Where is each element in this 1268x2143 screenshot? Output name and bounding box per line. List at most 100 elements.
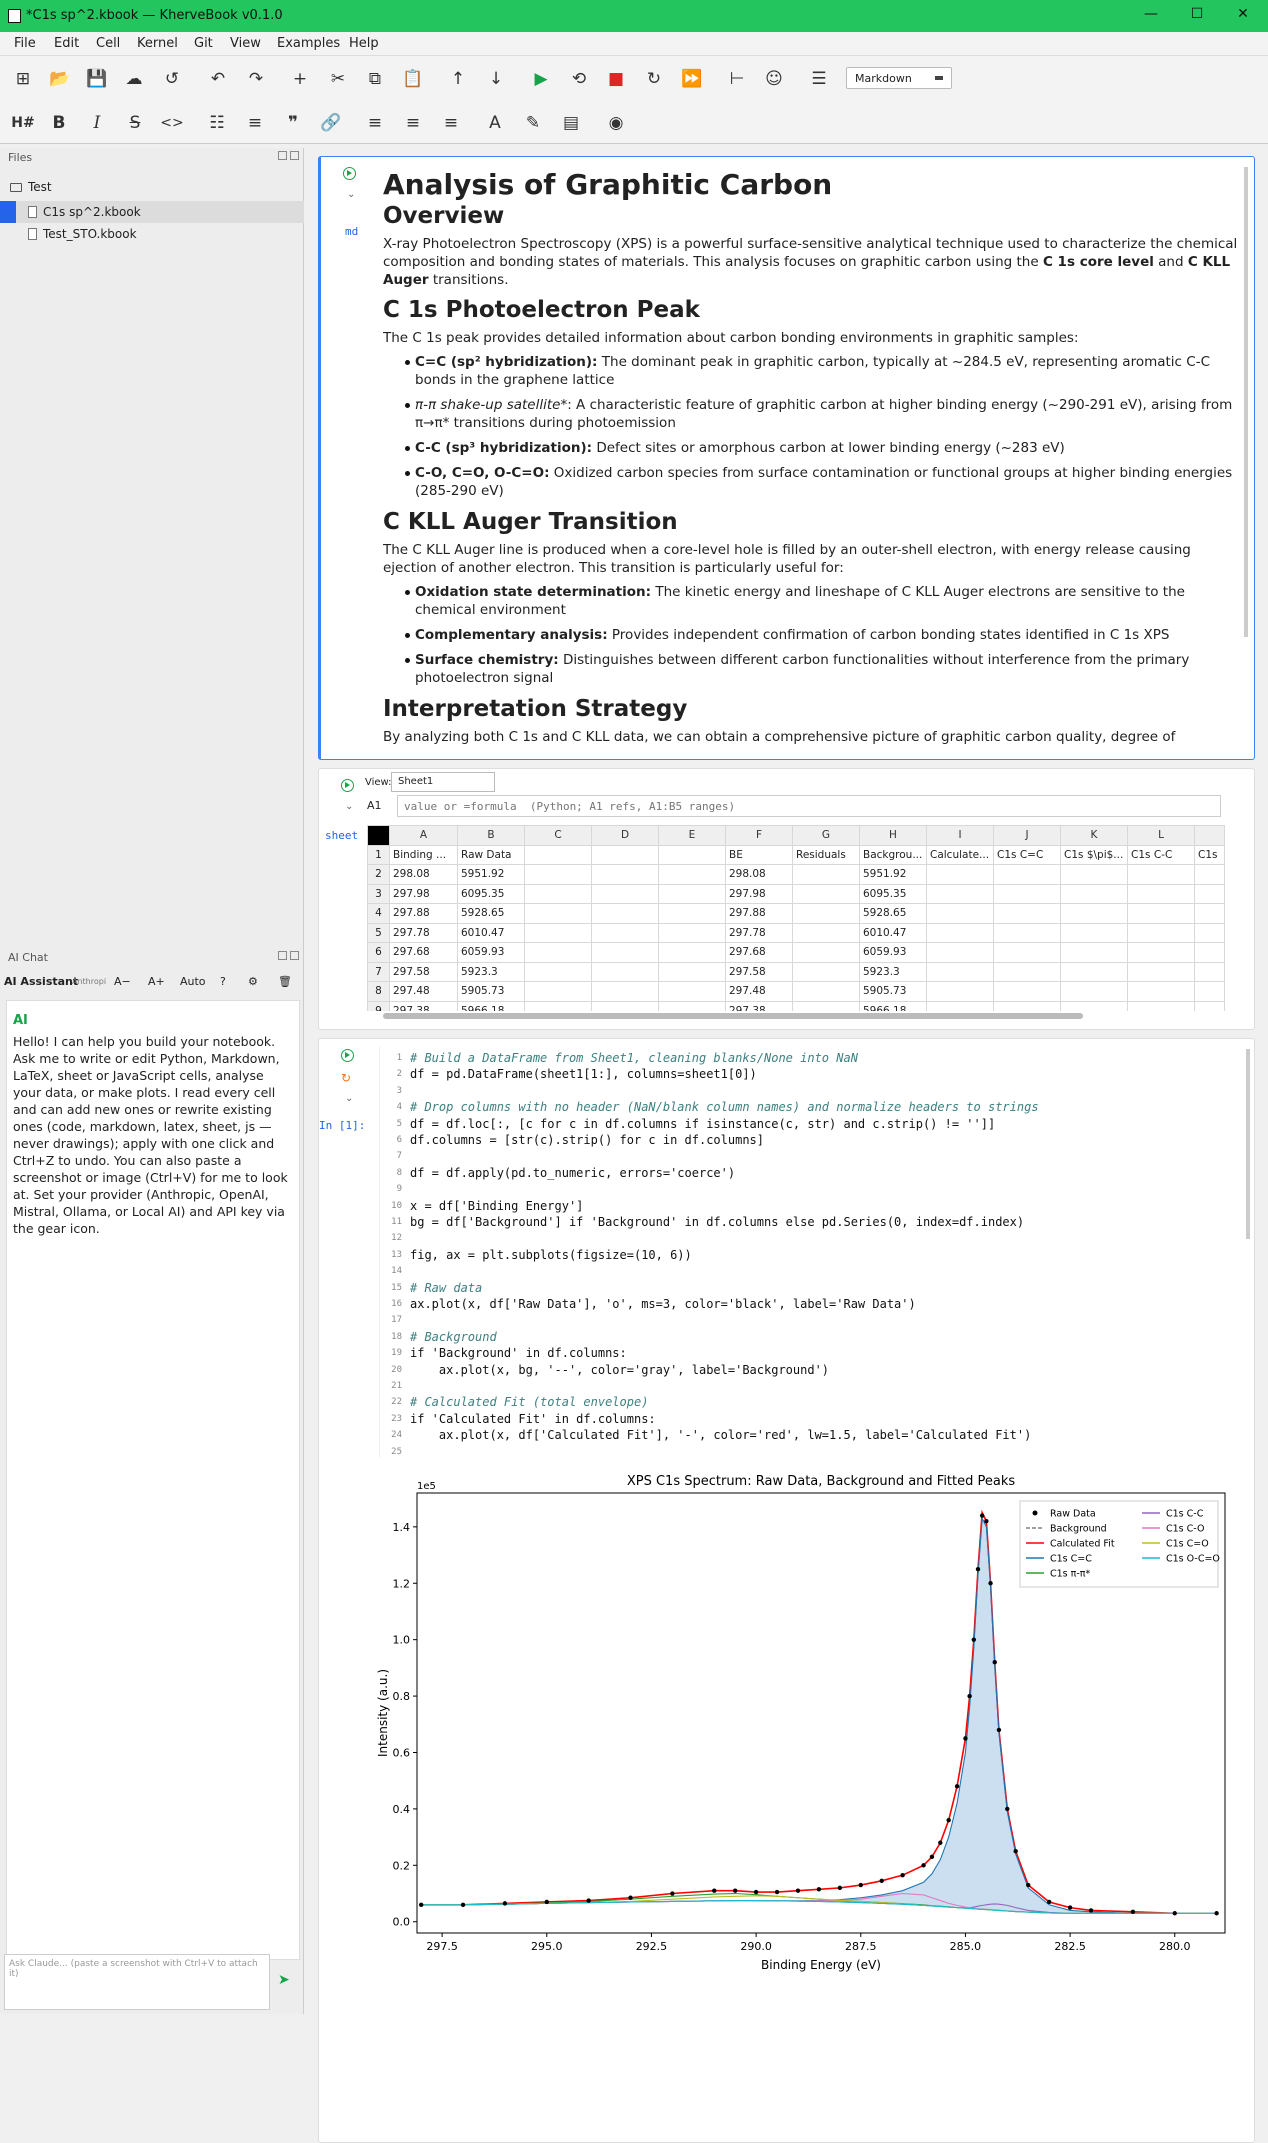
horizontal-scrollbar[interactable]: [383, 1013, 1083, 1019]
robot-icon[interactable]: ☺: [761, 66, 787, 92]
sheet-cell-value[interactable]: 297.98: [389, 883, 458, 904]
sheet-cell-value[interactable]: [993, 883, 1061, 904]
comment-icon[interactable]: ▤: [558, 110, 584, 136]
sheet-cell-value[interactable]: [993, 864, 1061, 885]
vertical-scrollbar[interactable]: [1244, 167, 1248, 637]
menu-file[interactable]: File: [14, 36, 36, 51]
sheet-cell-value[interactable]: [926, 942, 994, 963]
sheet-cell-value[interactable]: [792, 922, 860, 943]
menu-cell[interactable]: Cell: [96, 36, 120, 51]
sheet-cell-value[interactable]: [1060, 903, 1128, 924]
bullet-list-icon[interactable]: ☷: [204, 110, 230, 136]
sheet-cell-value[interactable]: 297.58: [725, 961, 793, 982]
folder-item[interactable]: Test: [0, 176, 304, 198]
code-editor[interactable]: 1 # Build a DataFrame from Sheet1, cleani…: [379, 1047, 1241, 1457]
sheet-cell-value[interactable]: C1s C-C: [1127, 844, 1195, 865]
file-item[interactable]: Test_STO.kbook: [0, 223, 304, 245]
panel-close-icon[interactable]: [290, 951, 299, 960]
sheet-cell-value[interactable]: [926, 864, 994, 885]
sheet-cell-value[interactable]: 5928.65: [859, 903, 927, 924]
sheet-cell-value[interactable]: [591, 883, 659, 904]
sheet-cell-value[interactable]: [1127, 922, 1195, 943]
sheet-cell-value[interactable]: [1127, 903, 1195, 924]
sheet-cell-value[interactable]: [993, 961, 1061, 982]
sheet-cell-value[interactable]: 297.38: [725, 1000, 793, 1011]
paste-icon[interactable]: 📋: [400, 66, 426, 92]
bold-icon[interactable]: B: [46, 110, 72, 136]
sheet-cell-value[interactable]: [658, 961, 726, 982]
sheet-cell-value[interactable]: Binding ...: [389, 844, 458, 865]
font-increase-button[interactable]: A+: [148, 975, 165, 988]
sheet-cell-value[interactable]: [524, 903, 592, 924]
sheet-cell-value[interactable]: [1127, 1000, 1195, 1011]
sheet-cell-value[interactable]: Raw Data: [457, 844, 525, 865]
run-cell-icon[interactable]: [343, 167, 356, 180]
row-header[interactable]: 1: [367, 844, 390, 865]
sheet-cell-value[interactable]: 5966.18: [457, 1000, 525, 1011]
sheet-cell-value[interactable]: [926, 1000, 994, 1011]
restart-cell-icon[interactable]: ↻: [341, 1071, 351, 1085]
sheet-cell-value[interactable]: [1060, 942, 1128, 963]
mode-select[interactable]: Auto: [180, 975, 206, 988]
move-up-icon[interactable]: ↑: [445, 66, 471, 92]
menu-view[interactable]: View: [230, 36, 261, 51]
sheet-cell-value[interactable]: Calculate...: [926, 844, 994, 865]
sheet-cell-value[interactable]: 5951.92: [859, 864, 927, 885]
sheet-cell-value[interactable]: [658, 981, 726, 1002]
sheet-cell-value[interactable]: [792, 961, 860, 982]
sheet-cell[interactable]: ⌄ sheet View: Sheet1 A1 ABCDEFGHIJKL1Bin…: [318, 768, 1255, 1030]
inline-code-icon[interactable]: <>: [159, 110, 185, 136]
panel-float-icon[interactable]: [278, 951, 287, 960]
panel-close-icon[interactable]: [290, 151, 299, 160]
column-header[interactable]: D: [591, 825, 659, 846]
sheet-cell-value[interactable]: [792, 864, 860, 885]
menu-edit[interactable]: Edit: [54, 36, 79, 51]
sheet-cell-value[interactable]: [926, 922, 994, 943]
vertical-scrollbar[interactable]: [1246, 1049, 1250, 1239]
font-decrease-button[interactable]: A−: [114, 975, 131, 988]
panel-float-icon[interactable]: [278, 151, 287, 160]
help-icon[interactable]: ?: [220, 975, 226, 988]
align-right-icon[interactable]: ≡: [438, 110, 464, 136]
new-notebook-icon[interactable]: ⊞: [10, 66, 36, 92]
menu-examples[interactable]: Examples: [277, 36, 340, 51]
sheet-cell-value[interactable]: [658, 883, 726, 904]
column-header[interactable]: B: [457, 825, 525, 846]
text-color-icon[interactable]: A: [482, 110, 508, 136]
preview-eye-icon[interactable]: ◉: [603, 110, 629, 136]
save-icon[interactable]: 💾: [84, 66, 110, 92]
sheet-cell-value[interactable]: 297.98: [725, 883, 793, 904]
run-all-icon[interactable]: ⟲: [566, 66, 592, 92]
sheet-cell-value[interactable]: [993, 1000, 1061, 1011]
sheet-cell-value[interactable]: [658, 942, 726, 963]
sheet-cell-value[interactable]: 5923.3: [457, 961, 525, 982]
sheet-cell-value[interactable]: [524, 981, 592, 1002]
sheet-cell-value[interactable]: 297.48: [725, 981, 793, 1002]
sheet-cell-value[interactable]: 6059.93: [859, 942, 927, 963]
code-cell[interactable]: ↻ ⌄ In [1]: 1 # Build a DataFrame from Sh…: [318, 1038, 1255, 2143]
collapse-chevron-icon[interactable]: ⌄: [347, 189, 355, 200]
sheet-cell-value[interactable]: [792, 883, 860, 904]
sheet-cell-value[interactable]: [524, 922, 592, 943]
sheet-cell-value[interactable]: [1060, 883, 1128, 904]
sheet-cell-value[interactable]: [1194, 903, 1225, 924]
sheet-cell-value[interactable]: [1194, 922, 1225, 943]
sheet-cell-value[interactable]: [591, 864, 659, 885]
undo-icon[interactable]: ↶: [205, 66, 231, 92]
sheet-cell-value[interactable]: 6010.47: [457, 922, 525, 943]
minimize-button[interactable]: —: [1136, 6, 1166, 26]
sheet-cell-value[interactable]: [1194, 961, 1225, 982]
sheet-cell-value[interactable]: 297.48: [389, 981, 458, 1002]
align-center-icon[interactable]: ≡: [400, 110, 426, 136]
markdown-cell[interactable]: ⌄ md Analysis of Graphitic Carbon Overvi…: [318, 156, 1255, 760]
sheet-cell-value[interactable]: [524, 961, 592, 982]
sheet-cell-value[interactable]: [926, 981, 994, 1002]
column-header[interactable]: E: [658, 825, 726, 846]
sheet-cell-value[interactable]: [792, 1000, 860, 1011]
sheet-cell-value[interactable]: [1060, 981, 1128, 1002]
sheet-cell-value[interactable]: 6010.47: [859, 922, 927, 943]
menu-git[interactable]: Git: [194, 36, 213, 51]
sheet-cell-value[interactable]: [658, 844, 726, 865]
sheet-cell-value[interactable]: [658, 922, 726, 943]
chat-input[interactable]: Ask Claude... (paste a screenshot with C…: [4, 1954, 270, 2010]
